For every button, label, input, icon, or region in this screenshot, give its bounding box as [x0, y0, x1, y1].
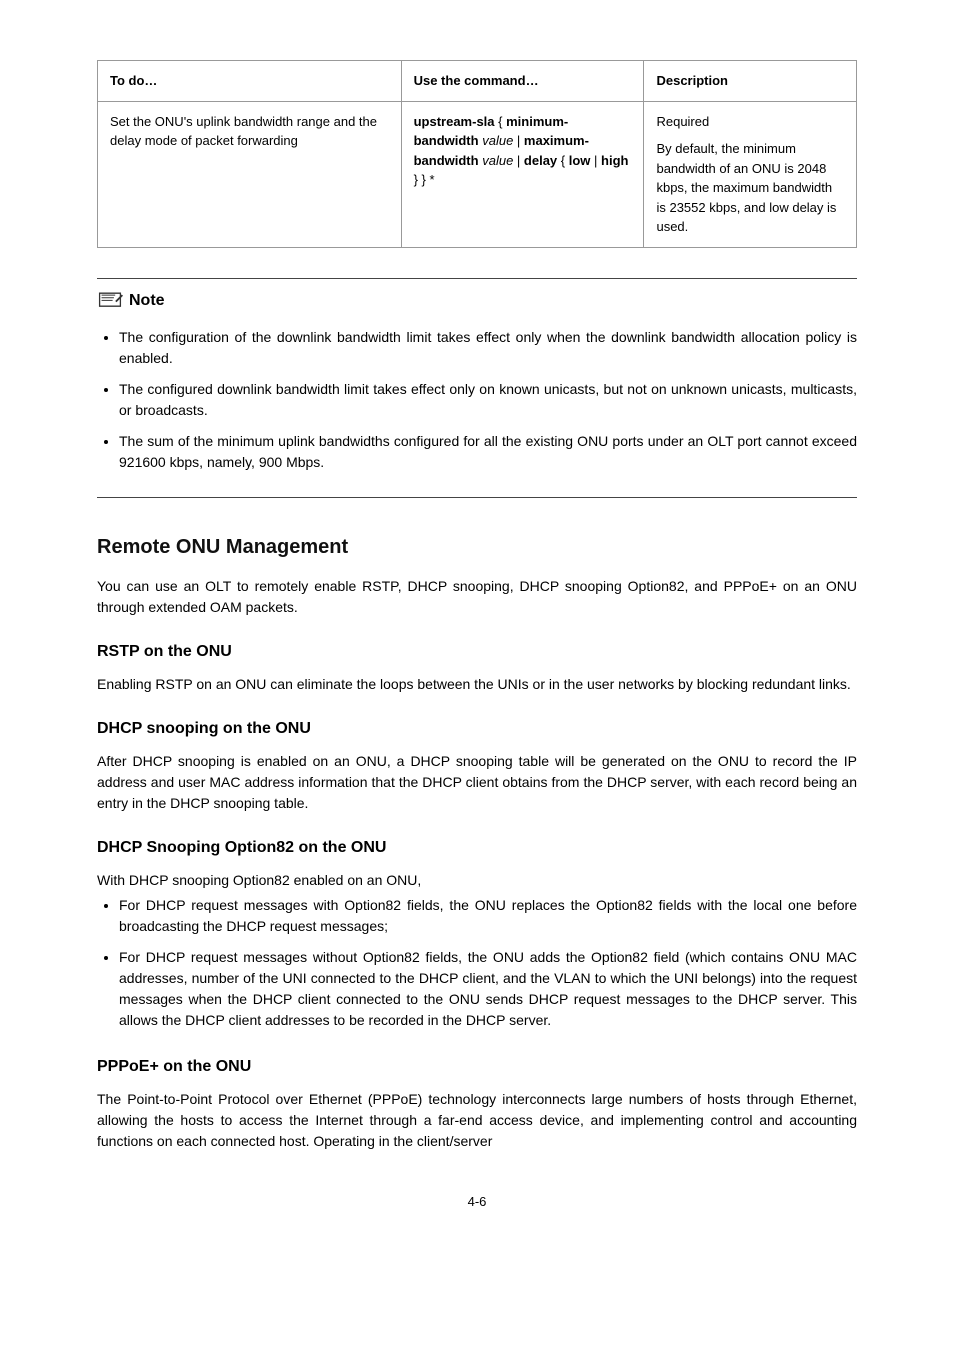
note-header: Note: [97, 289, 857, 313]
option82-list: For DHCP request messages with Option82 …: [97, 895, 857, 1031]
opt-item: For DHCP request messages without Option…: [119, 947, 857, 1031]
opt-item: For DHCP request messages with Option82 …: [119, 895, 857, 937]
rstp-body: Enabling RSTP on an ONU can eliminate th…: [97, 674, 857, 695]
divider: [97, 278, 857, 279]
opt-intro: With DHCP snooping Option82 enabled on a…: [97, 870, 857, 891]
table-r2c1: Set the ONU's uplink bandwidth range and…: [98, 101, 402, 247]
note-item: The configured downlink bandwidth limit …: [119, 379, 857, 421]
page-number: 4-6: [97, 1192, 857, 1212]
table-r2c2: upstream-sla { minimum-bandwidth value |…: [401, 101, 644, 247]
opt-title: DHCP Snooping Option82 on the ONU: [97, 836, 857, 860]
pppoe-body: The Point-to-Point Protocol over Etherne…: [97, 1089, 857, 1152]
intro-para: You can use an OLT to remotely enable RS…: [97, 576, 857, 618]
required-label: Required: [656, 112, 844, 132]
section-title: Remote ONU Management: [97, 532, 857, 562]
default-desc: By default, the minimum bandwidth of an …: [656, 139, 844, 237]
note-item: The configuration of the downlink bandwi…: [119, 327, 857, 369]
table-r2c3: Required By default, the minimum bandwid…: [644, 101, 857, 247]
rstp-title: RSTP on the ONU: [97, 640, 857, 664]
note-item: The sum of the minimum uplink bandwidths…: [119, 431, 857, 473]
dhcp-title: DHCP snooping on the ONU: [97, 717, 857, 741]
note-list: The configuration of the downlink bandwi…: [97, 327, 857, 473]
divider: [97, 497, 857, 498]
table-h2: Use the command…: [401, 61, 644, 102]
note-icon: [97, 290, 123, 312]
dhcp-body: After DHCP snooping is enabled on an ONU…: [97, 751, 857, 814]
note-label: Note: [129, 289, 165, 313]
table-h1: To do…: [98, 61, 402, 102]
pppoe-title: PPPoE+ on the ONU: [97, 1055, 857, 1079]
table-h3: Description: [644, 61, 857, 102]
config-table: To do… Use the command… Description Set …: [97, 60, 857, 248]
